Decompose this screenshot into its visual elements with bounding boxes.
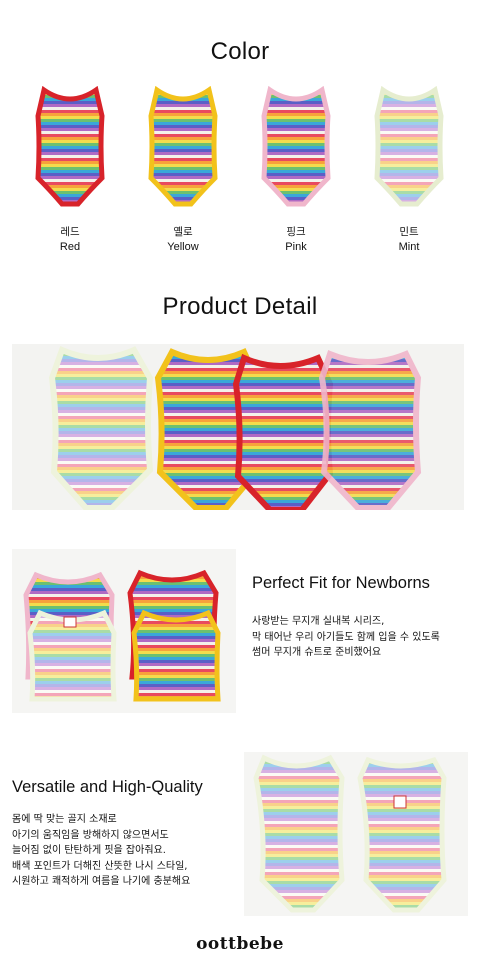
quality-line: 배색 포인트가 더해진 산뜻한 나시 스타일,: [12, 860, 188, 872]
swatch-label-en: Yellow: [167, 241, 199, 253]
swatch-label-en: Red: [59, 241, 81, 253]
quality-line: 시원하고 쾌적하게 여름을 나기에 충분해요: [12, 876, 191, 887]
newborn-fit-photo: [12, 549, 236, 713]
swatch-yellow[interactable]: 옐로 Yellow: [133, 86, 233, 253]
yellow-bodysuit-image: [148, 86, 218, 207]
swatch-label-ko: 레드: [60, 226, 80, 238]
quality-description: 몸에 딱 맞는 골지 소재로 아기의 움직임을 방해하지 않으면서도 늘어짐 없…: [12, 812, 190, 890]
fit-line: 막 태어난 우리 아기들도 함께 입을 수 있도록: [252, 631, 440, 643]
swatch-label-en: Pink: [285, 241, 307, 253]
swatch-pink[interactable]: 핑크 Pink: [246, 86, 346, 253]
quality-line: 늘어짐 없이 탄탄하게 핏을 잡아줘요.: [12, 845, 166, 856]
swatch-mint[interactable]: 민트 Mint: [359, 86, 459, 253]
front-back-photo: [244, 752, 468, 916]
fit-description: 사랑받는 무지개 실내복 시리즈, 막 태어난 우리 아기들도 함께 입을 수 …: [252, 614, 440, 661]
color-section-title: Color: [210, 38, 270, 65]
swatch-red[interactable]: 레드 Red: [20, 86, 120, 253]
swatch-label-ko: 핑크: [286, 226, 306, 238]
quality-line: 아기의 움직임을 방해하지 않으면서도: [12, 829, 169, 841]
swatch-label-ko: 옐로: [173, 226, 193, 238]
brand-logo: oottbebe: [196, 934, 284, 954]
red-bodysuit-image: [35, 86, 105, 207]
fit-line: 사랑받는 무지개 실내복 시리즈,: [252, 616, 385, 627]
fit-heading: Perfect Fit for Newborns: [252, 574, 430, 592]
product-detail-group-photo: [12, 344, 464, 510]
quality-heading: Versatile and High-Quality: [12, 778, 203, 796]
quality-line: 몸에 딱 맞는 골지 소재로: [12, 814, 117, 825]
swatch-label-en: Mint: [398, 241, 420, 253]
product-detail-title: Product Detail: [162, 293, 318, 320]
pink-bodysuit-image: [261, 86, 331, 207]
mint-bodysuit-image: [374, 86, 444, 207]
swatch-label-ko: 민트: [399, 226, 419, 238]
fit-line: 썸머 무지개 슈트로 준비했어요: [252, 647, 382, 658]
